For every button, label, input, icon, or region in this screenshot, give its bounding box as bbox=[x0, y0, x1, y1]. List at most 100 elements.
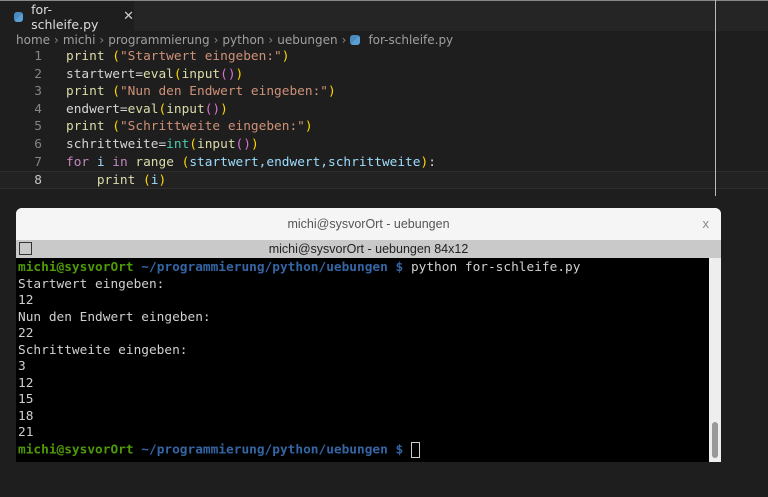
breadcrumb-item[interactable]: python bbox=[222, 33, 264, 47]
code-line: 7 for i in range (startwert,endwert,schri… bbox=[0, 154, 768, 172]
scrollbar-thumb[interactable] bbox=[712, 422, 718, 458]
python-file-icon bbox=[14, 11, 24, 22]
code-text: startwert=eval(input()) bbox=[66, 66, 243, 84]
code-line: 4 endwert=eval(input()) bbox=[0, 101, 768, 119]
prompt-user: michi@sysvorOrt bbox=[18, 260, 134, 275]
breadcrumb: home › michi › programmierung › python › uebunge… bbox=[16, 33, 453, 47]
code-token: ) bbox=[327, 84, 336, 100]
code-token: range bbox=[135, 154, 182, 170]
prompt-line: michi@sysvorOrt ~/programmierung/python/… bbox=[18, 441, 709, 459]
line-number: 1 bbox=[34, 49, 42, 64]
python-file-icon bbox=[350, 35, 361, 45]
chevron-right-icon: › bbox=[54, 33, 59, 47]
prompt-path: ~/programmierung/python/uebungen $ bbox=[133, 260, 404, 275]
line-number: 8 bbox=[34, 173, 42, 189]
code-token: ( bbox=[173, 66, 182, 82]
code-token: input bbox=[166, 101, 205, 117]
line-number: 5 bbox=[34, 119, 42, 135]
breadcrumb-item[interactable]: for-schleife.py bbox=[368, 33, 453, 47]
prompt-line: michi@sysvorOrt ~/programmierung/python/… bbox=[18, 260, 709, 277]
output-line: 3 bbox=[18, 359, 26, 374]
code-line: 6 schrittweite=int(input()) bbox=[0, 136, 768, 154]
output-line: 12 bbox=[18, 375, 34, 391]
code-token: startwert= bbox=[66, 66, 144, 82]
code-text: for i in range (startwert,endwert,schrit… bbox=[66, 154, 436, 172]
breadcrumb-item[interactable]: michi bbox=[63, 33, 96, 47]
terminal-subtitle-bar: michi@sysvorOrt - uebungen 84x12 bbox=[16, 240, 721, 258]
code-token: eval bbox=[127, 101, 159, 117]
chevron-right-icon: › bbox=[341, 33, 347, 47]
output-line: Startwert eingeben: bbox=[18, 276, 165, 292]
code-token: ) bbox=[158, 173, 167, 189]
code-token: in bbox=[112, 154, 136, 170]
code-token: "Schrittweite eingeben:" bbox=[119, 119, 305, 135]
code-text: print (i) bbox=[66, 172, 166, 190]
code-token: ) bbox=[281, 49, 290, 64]
code-text: print ("Startwert eingeben:") bbox=[66, 48, 289, 66]
code-token: "Startwert eingeben:" bbox=[119, 49, 282, 64]
code-token: ) bbox=[235, 66, 244, 82]
tab-label: for-schleife.py bbox=[31, 1, 99, 32]
breadcrumb-item[interactable]: home bbox=[16, 33, 50, 47]
code-token: ( bbox=[143, 173, 151, 189]
terminal-titlebar[interactable]: michi@sysvorOrt - uebungen x bbox=[16, 208, 721, 240]
code-token: eval bbox=[143, 66, 174, 82]
prompt-user: michi@sysvorOrt bbox=[18, 442, 134, 457]
code-token: endwert= bbox=[66, 101, 128, 117]
output-line: Schrittweite eingeben: bbox=[18, 342, 188, 358]
output-line: 18 bbox=[18, 408, 34, 424]
chevron-right-icon: › bbox=[268, 33, 274, 47]
code-token: for bbox=[66, 154, 97, 170]
breadcrumb-item[interactable]: programmierung bbox=[108, 33, 209, 47]
code-token: startwert,endwert,schrittweite bbox=[189, 154, 421, 170]
code-token: print bbox=[66, 49, 113, 64]
code-line: 5 print ("Schrittweite eingeben:") bbox=[0, 118, 768, 136]
line-number: 4 bbox=[34, 101, 42, 117]
command: python for-schleife.py bbox=[403, 260, 581, 275]
code-token: ( bbox=[112, 49, 120, 64]
code-text: endwert=eval(input()) bbox=[66, 101, 228, 119]
line-number: 3 bbox=[34, 84, 42, 100]
chevron-right-icon: › bbox=[213, 33, 219, 47]
code-token: i bbox=[96, 154, 113, 170]
chevron-right-icon: › bbox=[99, 33, 105, 47]
breadcrumb-item[interactable]: uebungen bbox=[277, 33, 337, 47]
terminal-output[interactable]: michi@sysvorOrt ~/programmierung/python/… bbox=[16, 258, 709, 462]
code-token: int bbox=[166, 136, 190, 152]
close-icon[interactable]: x bbox=[703, 216, 710, 231]
code-token: : bbox=[428, 154, 436, 170]
code-token: () bbox=[220, 66, 236, 82]
terminal-subtitle: michi@sysvorOrt - uebungen 84x12 bbox=[268, 242, 469, 256]
line-number: 6 bbox=[34, 136, 42, 152]
code-token: () bbox=[204, 101, 221, 117]
code-editor[interactable]: 1 print ("Startwert eingeben:") 2 startwert… bbox=[0, 48, 768, 189]
code-line: 3 print ("Nun den Endwert eingeben:") bbox=[0, 83, 768, 101]
output-line: 22 bbox=[18, 326, 34, 341]
code-token: ( bbox=[112, 84, 120, 100]
code-text: print ("Nun den Endwert eingeben:") bbox=[66, 83, 336, 101]
code-token: ) bbox=[250, 136, 259, 152]
terminal-window: michi@sysvorOrt - uebungen x michi@sysvo… bbox=[16, 208, 721, 462]
code-token: ) bbox=[304, 119, 313, 135]
code-token: print bbox=[66, 84, 113, 100]
scrollbar[interactable] bbox=[709, 258, 721, 462]
output-line: 15 bbox=[18, 392, 34, 407]
code-token: () bbox=[235, 136, 251, 152]
code-token: ( bbox=[112, 119, 120, 135]
code-token: schrittweite= bbox=[66, 136, 167, 152]
line-number: 2 bbox=[34, 66, 42, 82]
tab-bar: for-schleife.py ✕ bbox=[0, 0, 768, 32]
output-line: Nun den Endwert eingeben: bbox=[18, 309, 211, 325]
code-token: input bbox=[181, 66, 221, 82]
line-number: 7 bbox=[34, 154, 42, 170]
terminal-menu-icon[interactable] bbox=[19, 242, 32, 255]
terminal-title: michi@sysvorOrt - uebungen bbox=[287, 217, 450, 231]
tab-for-schleife[interactable]: for-schleife.py ✕ bbox=[0, 1, 134, 32]
code-token: input bbox=[197, 136, 236, 152]
code-token: print bbox=[66, 173, 144, 189]
close-icon[interactable]: ✕ bbox=[123, 9, 134, 24]
text-cursor bbox=[410, 441, 420, 458]
window-border bbox=[715, 0, 716, 196]
code-token: ) bbox=[220, 101, 228, 117]
prompt-path: ~/programmierung/python/uebungen $ bbox=[133, 442, 404, 457]
